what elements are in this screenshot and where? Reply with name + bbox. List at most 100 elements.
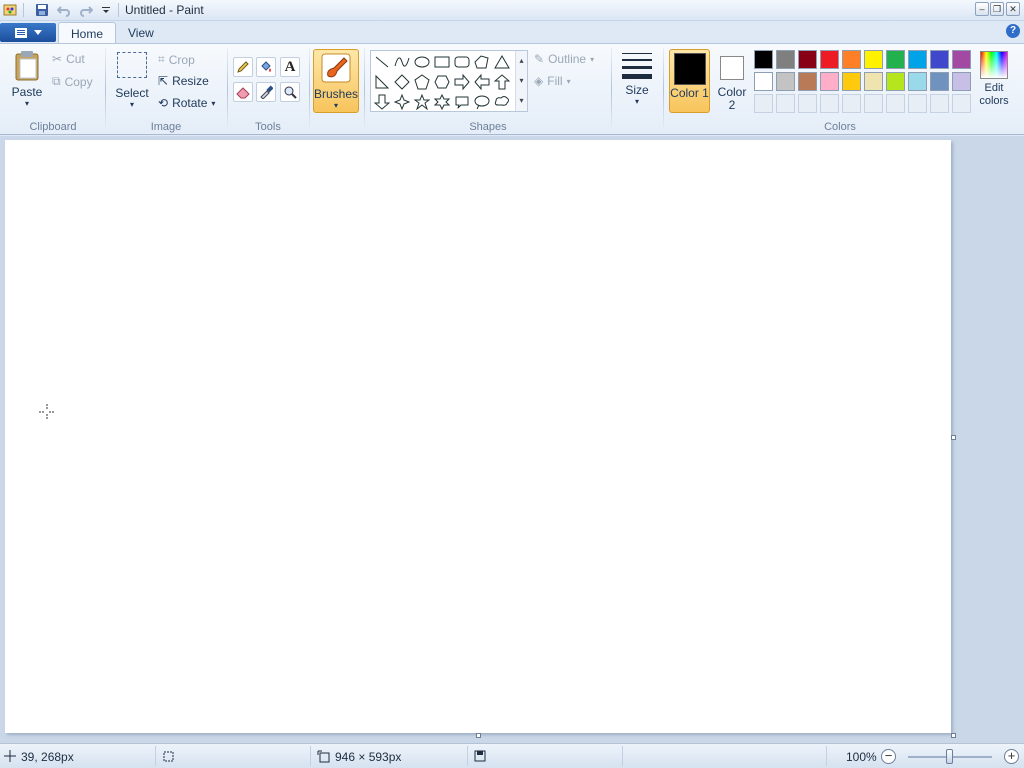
custom-color-slot[interactable] [754, 94, 773, 113]
color2-button[interactable]: Color 2 [713, 49, 751, 113]
help-icon[interactable]: ? [1006, 24, 1020, 38]
hexagon-shape-icon[interactable] [433, 73, 451, 91]
zoom-in-button[interactable]: + [1004, 749, 1019, 764]
palette-swatch[interactable] [952, 72, 971, 91]
customize-quick-access-icon[interactable] [98, 2, 114, 18]
shapes-gallery: ▴ ▾ ▾ [370, 50, 528, 112]
palette-swatch[interactable] [930, 50, 949, 69]
palette-swatch[interactable] [820, 72, 839, 91]
crop-button[interactable]: ⌗ Crop [158, 52, 195, 67]
palette-swatch[interactable] [776, 50, 795, 69]
palette-swatch[interactable] [886, 50, 905, 69]
palette-swatch[interactable] [864, 50, 883, 69]
rectangle-shape-icon[interactable] [433, 53, 451, 71]
save-icon[interactable] [34, 2, 50, 18]
undo-icon[interactable] [56, 2, 72, 18]
palette-swatch[interactable] [908, 72, 927, 91]
shapes-scroll[interactable]: ▴ ▾ ▾ [515, 51, 527, 111]
text-tool-icon[interactable]: A [280, 57, 300, 77]
fill-button[interactable]: ◈ Fill ▾ [534, 74, 571, 88]
tab-view[interactable]: View [116, 22, 166, 44]
resize-button[interactable]: ⇱ Resize [158, 74, 209, 88]
zoom-slider-thumb[interactable] [946, 749, 953, 764]
right-arrow-shape-icon[interactable] [453, 73, 471, 91]
polygon-shape-icon[interactable] [473, 53, 491, 71]
eraser-icon[interactable] [233, 82, 253, 102]
redo-icon[interactable] [78, 2, 94, 18]
custom-color-slot[interactable] [930, 94, 949, 113]
restore-button[interactable]: ❐ [990, 2, 1004, 16]
brushes-button[interactable]: Brushes ▾ [313, 49, 359, 113]
crop-label: Crop [168, 52, 195, 67]
palette-swatch[interactable] [754, 72, 773, 91]
tab-home[interactable]: Home [58, 22, 117, 44]
palette-swatch[interactable] [798, 50, 817, 69]
diamond-shape-icon[interactable] [393, 73, 411, 91]
palette-swatch[interactable] [798, 72, 817, 91]
custom-color-slot[interactable] [864, 94, 883, 113]
palette-swatch[interactable] [820, 50, 839, 69]
size-button[interactable]: Size ▾ [617, 50, 657, 106]
magnifier-icon[interactable] [280, 82, 300, 102]
down-arrow-shape-icon[interactable] [373, 93, 391, 111]
curve-shape-icon[interactable] [393, 53, 411, 71]
paste-button[interactable]: Paste ▾ [8, 50, 46, 108]
rotate-button[interactable]: ⟲ Rotate ▾ [158, 96, 215, 110]
custom-color-slot[interactable] [842, 94, 861, 113]
fill-bucket-icon[interactable] [256, 57, 276, 77]
palette-swatch[interactable] [908, 50, 927, 69]
select-button[interactable]: Select ▾ [112, 52, 152, 109]
oval-shape-icon[interactable] [413, 53, 431, 71]
custom-color-slot[interactable] [886, 94, 905, 113]
paint-menu-button[interactable] [0, 23, 56, 42]
minimize-button[interactable]: – [975, 2, 989, 16]
pencil-icon[interactable] [233, 57, 253, 77]
divider [622, 746, 623, 766]
rounded-rectangle-shape-icon[interactable] [453, 53, 471, 71]
color-picker-icon[interactable] [256, 82, 276, 102]
color1-label: Color 1 [670, 86, 709, 100]
palette-swatch[interactable] [886, 72, 905, 91]
up-arrow-shape-icon[interactable] [493, 73, 511, 91]
edit-colors-button[interactable]: Edit colors [974, 49, 1014, 108]
four-point-star-shape-icon[interactable] [393, 93, 411, 111]
resize-handle-corner[interactable] [951, 733, 956, 738]
palette-swatch[interactable] [776, 72, 795, 91]
six-point-star-shape-icon[interactable] [433, 93, 451, 111]
rounded-callout-shape-icon[interactable] [453, 93, 471, 111]
brush-icon [321, 53, 351, 83]
custom-color-slot[interactable] [820, 94, 839, 113]
resize-handle-right[interactable] [951, 435, 956, 440]
drawing-canvas[interactable] [5, 140, 951, 733]
triangle-shape-icon[interactable] [493, 53, 511, 71]
palette-swatch[interactable] [842, 50, 861, 69]
palette-swatch[interactable] [864, 72, 883, 91]
close-button[interactable]: ✕ [1006, 2, 1020, 16]
fill-label: Fill [547, 74, 563, 88]
oval-callout-shape-icon[interactable] [473, 93, 491, 111]
line-shape-icon[interactable] [373, 53, 391, 71]
custom-color-slot[interactable] [908, 94, 927, 113]
palette-swatch[interactable] [952, 50, 971, 69]
copy-button[interactable]: ⧉ Copy [52, 74, 93, 89]
rotate-icon: ⟲ [158, 96, 169, 110]
color1-button[interactable]: Color 1 [669, 49, 710, 113]
resize-handle-bottom[interactable] [476, 733, 481, 738]
pentagon-shape-icon[interactable] [413, 73, 431, 91]
canvas-size: 946 × 593px [335, 750, 402, 764]
cut-button[interactable]: ✂ Cut [52, 52, 85, 66]
custom-color-slot[interactable] [952, 94, 971, 113]
cloud-callout-shape-icon[interactable] [493, 93, 511, 111]
left-arrow-shape-icon[interactable] [473, 73, 491, 91]
custom-color-slot[interactable] [776, 94, 795, 113]
right-triangle-shape-icon[interactable] [373, 73, 391, 91]
outline-button[interactable]: ✎ Outline ▾ [534, 52, 594, 66]
clipboard-group-label: Clipboard [29, 121, 77, 133]
zoom-out-button[interactable]: − [881, 749, 896, 764]
palette-swatch[interactable] [842, 72, 861, 91]
palette-swatch[interactable] [930, 72, 949, 91]
palette-swatch[interactable] [754, 50, 773, 69]
custom-color-slot[interactable] [798, 94, 817, 113]
paint-app-icon[interactable] [2, 2, 18, 18]
five-point-star-shape-icon[interactable] [413, 93, 431, 111]
